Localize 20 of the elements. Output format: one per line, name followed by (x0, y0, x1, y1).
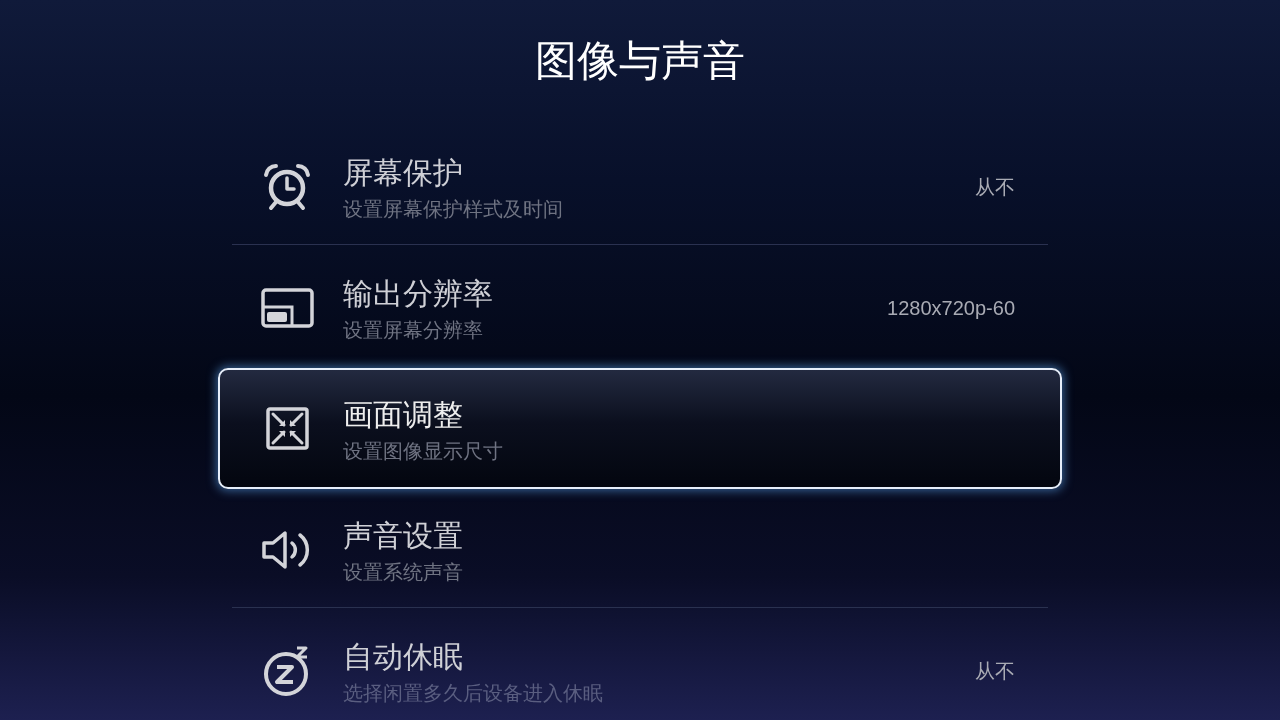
page-title: 图像与声音 (535, 36, 745, 86)
item-subtitle: 选择闲置多久后设备进入休眠 (343, 681, 603, 706)
settings-item[interactable]: 输出分辨率 设置屏幕分辨率 1280x720p-60 (218, 247, 1062, 368)
settings-item[interactable]: 自动休眠 选择闲置多久后设备进入休眠 从不 (218, 610, 1062, 710)
item-title: 输出分辨率 (343, 276, 493, 312)
item-value: 从不 (975, 658, 1015, 684)
item-title: 屏幕保护 (343, 155, 463, 191)
item-subtitle: 设置图像显示尺寸 (343, 439, 503, 464)
item-subtitle: 设置屏幕分辨率 (343, 318, 483, 343)
alarm-clock-icon (261, 162, 313, 211)
item-value: 1280x720p-60 (887, 295, 1015, 321)
item-title: 画面调整 (343, 397, 463, 433)
resize-icon (265, 407, 309, 450)
item-subtitle: 设置系统声音 (343, 560, 463, 585)
settings-item[interactable]: 画面调整 设置图像显示尺寸 (218, 368, 1062, 489)
item-subtitle: 设置屏幕保护样式及时间 (343, 197, 563, 222)
display-icon (260, 287, 314, 328)
item-title: 自动休眠 (343, 639, 463, 675)
item-title: 声音设置 (343, 518, 463, 554)
item-value: 从不 (975, 174, 1015, 200)
